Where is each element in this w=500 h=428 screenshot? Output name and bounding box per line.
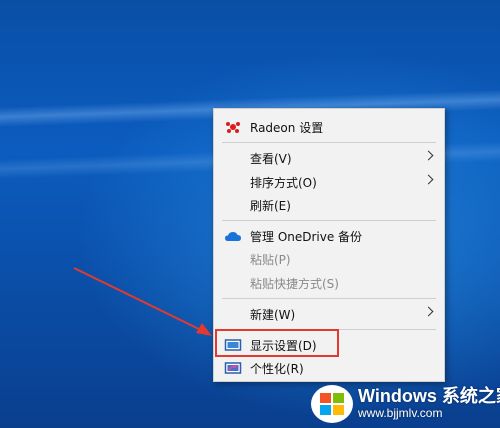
- menu-item-sort[interactable]: 排序方式(O): [214, 170, 444, 194]
- menu-item-radeon[interactable]: Radeon 设置: [214, 115, 444, 139]
- menu-separator: [222, 298, 436, 299]
- watermark: Windows 系统之家 www.bjjmlv.com: [310, 376, 500, 428]
- menu-item-label: 个性化(R): [250, 362, 304, 376]
- menu-item-view[interactable]: 查看(V): [214, 146, 444, 170]
- menu-item-refresh[interactable]: 刷新(E): [214, 193, 444, 217]
- menu-item-label: 新建(W): [250, 308, 296, 322]
- menu-separator: [222, 142, 436, 143]
- menu-item-label: 管理 OneDrive 备份: [250, 230, 363, 244]
- windows-logo-icon: [311, 385, 353, 423]
- chevron-right-icon: [423, 150, 434, 161]
- menu-item-label: 粘贴快捷方式(S): [250, 277, 339, 291]
- watermark-title: Windows 系统之家: [358, 386, 500, 406]
- menu-item-label: Radeon 设置: [250, 121, 324, 135]
- radeon-icon: [226, 122, 240, 133]
- menu-item-display-settings[interactable]: 显示设置(D): [214, 333, 444, 357]
- watermark-url: www.bjjmlv.com: [358, 406, 443, 420]
- menu-item-label: 查看(V): [250, 152, 292, 166]
- desktop-context-menu: Radeon 设置 查看(V) 排序方式(O) 刷新(E) 管理 OneDriv…: [213, 108, 445, 382]
- menu-item-onedrive[interactable]: 管理 OneDrive 备份: [214, 224, 444, 248]
- menu-item-label: 刷新(E): [250, 199, 291, 213]
- menu-item-label: 排序方式(O): [250, 176, 317, 190]
- display-monitor-icon: [224, 339, 242, 351]
- chevron-right-icon: [423, 174, 434, 185]
- menu-separator: [222, 220, 436, 221]
- menu-item-label: 显示设置(D): [250, 339, 317, 353]
- onedrive-cloud-icon: [225, 232, 241, 241]
- menu-item-label: 粘贴(P): [250, 253, 291, 267]
- menu-item-paste[interactable]: 粘贴(P): [214, 247, 444, 271]
- menu-item-paste-shortcut[interactable]: 粘贴快捷方式(S): [214, 271, 444, 295]
- chevron-right-icon: [423, 306, 434, 317]
- menu-item-new[interactable]: 新建(W): [214, 302, 444, 326]
- menu-separator: [222, 329, 436, 330]
- personalize-icon: [224, 362, 242, 374]
